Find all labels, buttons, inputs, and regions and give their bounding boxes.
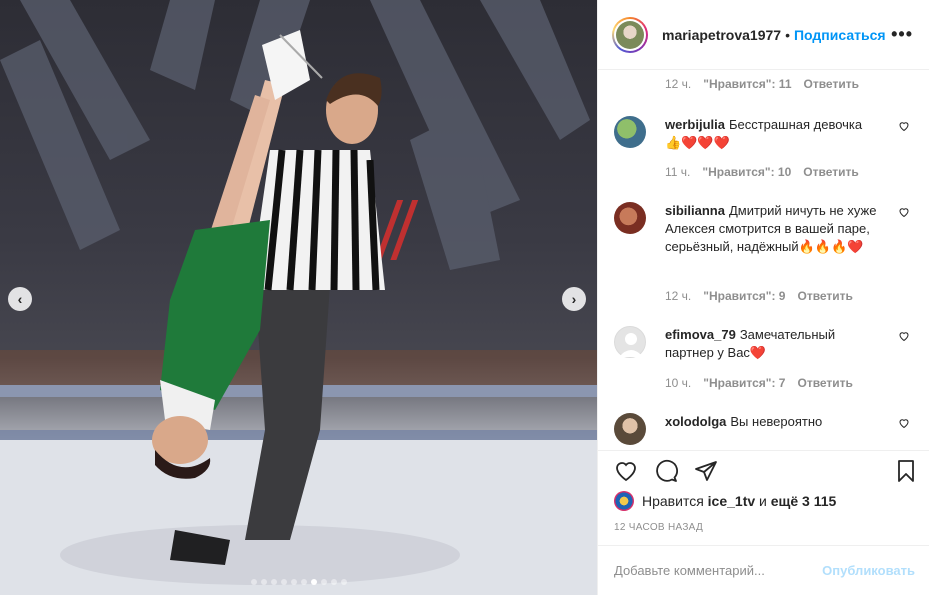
bookmark-icon[interactable]: [894, 459, 918, 483]
carousel-dot: [300, 579, 307, 585]
carousel-dot: [340, 579, 347, 585]
author-avatar-image: [616, 20, 644, 49]
publish-button[interactable]: Опубликовать: [822, 563, 915, 578]
comment-meta: 11 ч. "Нравится": 10 Ответить: [665, 165, 859, 179]
comment-time: 11 ч.: [665, 165, 691, 179]
like-comment-icon[interactable]: [898, 206, 910, 218]
comment-text-block: werbijulia Бесстрашная девочка 👍❤️❤️❤️: [665, 116, 877, 152]
instagram-post-view: ‹ › mariapetrova1977 • Подписаться ••• 1…: [0, 0, 929, 595]
previous-comment-meta: 12 ч. "Нравится": 11 Ответить: [665, 77, 859, 91]
likes-count[interactable]: ещё 3 115: [771, 493, 837, 509]
heart-icon[interactable]: [614, 459, 638, 483]
author-avatar-frame: [614, 18, 646, 51]
list-item: xolodolga Вы невероятно: [614, 413, 914, 449]
list-item: efimova_79 Замечательный партнер у Вас❤️ …: [614, 326, 914, 396]
carousel-dot: [260, 579, 267, 585]
commenter-avatar[interactable]: [614, 202, 646, 234]
commenter-username[interactable]: sibilianna: [665, 203, 725, 218]
photo-scene: [0, 0, 597, 595]
comment-input[interactable]: [614, 563, 823, 578]
comment-text: Вы невероятно: [730, 414, 823, 429]
comment-likes[interactable]: "Нравится": 10: [702, 165, 791, 179]
comment-icon[interactable]: [654, 459, 678, 483]
reply-button[interactable]: Ответить: [797, 376, 852, 390]
follow-button[interactable]: Подписаться: [794, 27, 886, 43]
liker-avatar: [614, 491, 634, 511]
list-item: sibilianna Дмитрий ничуть не хуже Алексея…: [614, 202, 914, 312]
comment-time: 12 ч.: [665, 77, 692, 91]
commenter-avatar[interactable]: [614, 413, 646, 445]
carousel-dot: [280, 579, 287, 585]
carousel-dot: [270, 579, 277, 585]
like-comment-icon[interactable]: [898, 417, 910, 429]
author-avatar[interactable]: [612, 16, 648, 53]
post-timestamp[interactable]: 12 ЧАСОВ НАЗАД: [614, 522, 703, 533]
reply-button[interactable]: Ответить: [803, 165, 858, 179]
comment-time: 12 ч.: [665, 289, 692, 303]
comment-likes[interactable]: "Нравится": 11: [703, 77, 791, 91]
post-actions: Нравится ice_1tv и ещё 3 115 12 ЧАСОВ НА…: [598, 450, 929, 545]
like-comment-icon[interactable]: [898, 120, 910, 132]
list-item: werbijulia Бесстрашная девочка 👍❤️❤️❤️ 11…: [614, 116, 914, 186]
next-photo-button[interactable]: ›: [562, 287, 586, 311]
default-avatar-icon: [619, 333, 643, 357]
comment-likes[interactable]: "Нравится": 9: [703, 289, 785, 303]
carousel-dot: [290, 579, 297, 585]
commenter-avatar[interactable]: [614, 326, 646, 358]
likes-summary[interactable]: Нравится ice_1tv и ещё 3 115: [614, 491, 836, 511]
commenter-avatar[interactable]: [614, 116, 646, 148]
header-separator: •: [785, 26, 790, 43]
comments-list[interactable]: 12 ч. "Нравится": 11 Ответить werbijulia…: [598, 71, 929, 449]
comment-likes[interactable]: "Нравится": 7: [703, 376, 785, 390]
carousel-dot: [320, 579, 327, 585]
comment-text-block: xolodolga Вы невероятно: [665, 413, 877, 431]
comment-text-block: sibilianna Дмитрий ничуть не хуже Алексея…: [665, 202, 877, 256]
like-comment-icon[interactable]: [898, 330, 910, 342]
carousel-indicator: [0, 579, 597, 585]
post-photo[interactable]: ‹ ›: [0, 0, 597, 595]
reply-button[interactable]: Ответить: [804, 77, 859, 91]
carousel-dot: [330, 579, 337, 585]
prev-photo-button[interactable]: ‹: [8, 287, 32, 311]
likes-prefix: Нравится: [642, 493, 704, 509]
comment-time: 10 ч.: [665, 376, 692, 390]
likes-conj: и: [759, 493, 767, 509]
carousel-dot: [310, 579, 317, 585]
reply-button[interactable]: Ответить: [797, 289, 852, 303]
carousel-dot: [250, 579, 257, 585]
comment-meta: 10 ч. "Нравится": 7 Ответить: [665, 376, 853, 390]
post-header: mariapetrova1977 • Подписаться •••: [598, 0, 929, 70]
author-username[interactable]: mariapetrova1977: [662, 27, 781, 43]
commenter-username[interactable]: efimova_79: [665, 327, 736, 342]
add-comment-bar: Опубликовать: [598, 545, 929, 595]
commenter-username[interactable]: werbijulia: [665, 117, 725, 132]
comment-text-block: efimova_79 Замечательный партнер у Вас❤️: [665, 326, 877, 362]
likes-user[interactable]: ice_1tv: [708, 493, 755, 509]
comment-meta: 12 ч. "Нравится": 9 Ответить: [665, 289, 853, 303]
share-icon[interactable]: [694, 459, 718, 483]
post-sidebar: mariapetrova1977 • Подписаться ••• 12 ч.…: [597, 0, 929, 595]
commenter-username[interactable]: xolodolga: [665, 414, 726, 429]
more-options-icon[interactable]: •••: [891, 24, 913, 45]
